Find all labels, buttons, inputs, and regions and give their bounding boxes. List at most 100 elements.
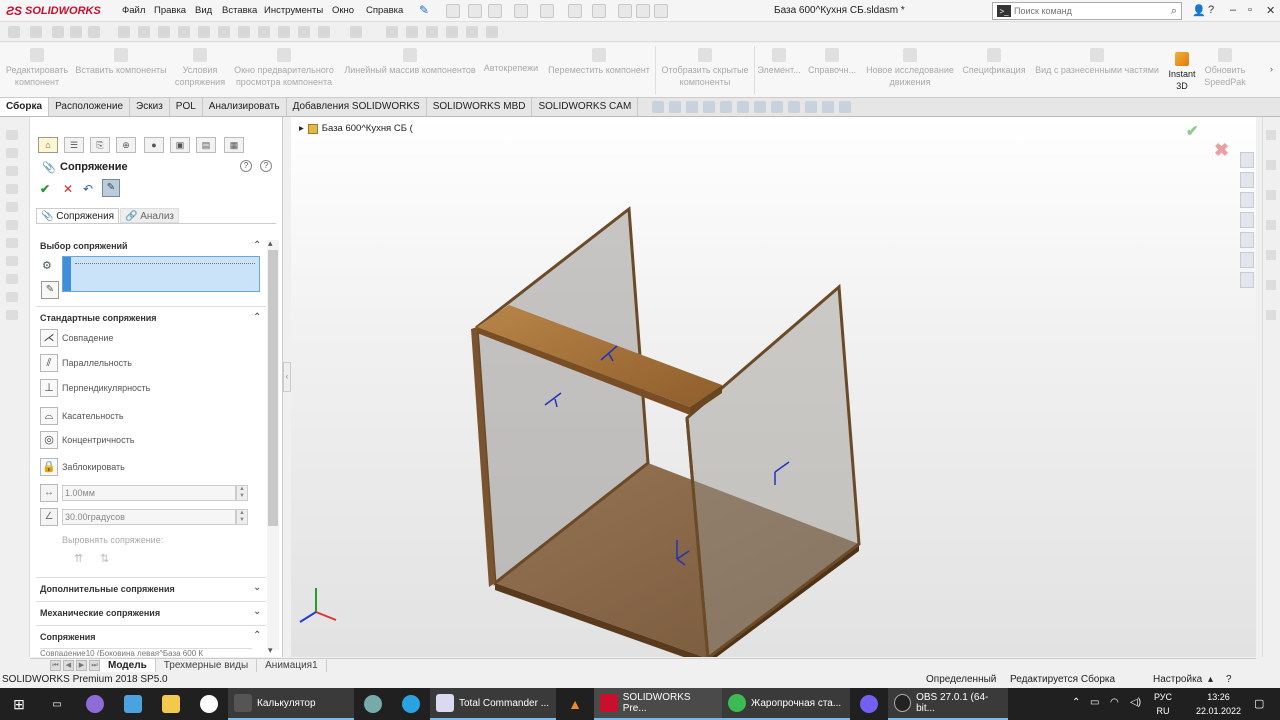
prev-tab-icon[interactable]: ◀ [63, 660, 74, 671]
reference-geometry-button[interactable]: Справочн... [804, 48, 860, 76]
menu-view[interactable]: Вид [195, 5, 212, 16]
help-icon[interactable]: ? [1208, 4, 1214, 16]
tab-animation[interactable]: Анимация1 [257, 659, 327, 672]
hide-show-icon[interactable] [771, 101, 783, 113]
taskbar-chrome[interactable]: Жаропрочная ста... [722, 688, 850, 720]
multi-mate-icon[interactable]: ✎ [41, 281, 59, 299]
mate-lock[interactable]: 🔒 Заблокировать [40, 457, 125, 477]
tab-layout[interactable]: Расположение [49, 98, 131, 116]
toolbar-icon[interactable] [198, 26, 210, 38]
strip-icon[interactable] [6, 202, 18, 212]
strip-icon[interactable] [6, 220, 18, 230]
strip-icon[interactable] [1266, 280, 1276, 290]
toolbar-icon[interactable] [350, 26, 362, 38]
toolbar-icon[interactable] [138, 26, 150, 38]
home-icon[interactable] [446, 4, 460, 18]
instant3d-button[interactable]: Instant 3D [1166, 52, 1198, 92]
right-side-panel[interactable] [685, 283, 861, 657]
taskbar-calculator[interactable]: Калькулятор [228, 688, 354, 720]
system-clock[interactable]: 13:26 22.01.2022 [1196, 690, 1241, 718]
strip-icon[interactable] [1266, 190, 1276, 200]
help-icon[interactable]: ? [240, 160, 252, 172]
toolbar-icon[interactable] [486, 26, 498, 38]
resources-icon[interactable] [1240, 172, 1254, 188]
strip-icon[interactable] [1266, 160, 1276, 170]
chevron-down-icon[interactable]: ⌄ [253, 606, 261, 617]
tab-analyze[interactable]: Анализировать [203, 98, 287, 116]
vlc-button[interactable]: ▲ [556, 688, 594, 720]
strip-icon[interactable] [6, 148, 18, 158]
component-preview-button[interactable]: Окно предварительного просмотра компонен… [230, 48, 338, 88]
sum-icon[interactable] [258, 26, 270, 38]
next-tab-icon[interactable]: ▶ [76, 660, 87, 671]
start-button[interactable]: ⊞ [0, 688, 38, 720]
standard-mates-header[interactable]: Стандартные сопряжения [40, 313, 157, 323]
close-icon[interactable]: ✕ [1266, 4, 1275, 17]
distance-icon[interactable]: ↔ [40, 484, 58, 502]
stop-icon[interactable] [30, 26, 42, 38]
last-tab-icon[interactable]: ⏭ [89, 660, 100, 671]
chevron-up-icon[interactable]: ⌃ [253, 240, 261, 251]
command-search[interactable]: >_ ⌕ [992, 2, 1182, 20]
linear-pattern-button[interactable]: Линейный массив компонентов [340, 48, 480, 76]
tab-analysis[interactable]: 🔗 Анализ [120, 208, 179, 223]
help-question-icon[interactable]: ? [260, 160, 272, 172]
open-icon[interactable] [488, 4, 502, 18]
tab-cam[interactable]: SOLIDWORKS CAM [532, 98, 639, 116]
toolbar-icon[interactable] [318, 26, 330, 38]
toolbar-icon[interactable] [158, 26, 170, 38]
print-icon[interactable] [540, 4, 554, 18]
solidworks-logo[interactable]: ƧS SOLIDWORKS [6, 3, 101, 19]
chevron-up-icon[interactable]: ⌃ [253, 630, 261, 641]
file-explorer-icon[interactable] [1240, 192, 1254, 208]
toolbar-icon[interactable] [466, 26, 478, 38]
tab-sketch[interactable]: Эскиз [130, 98, 170, 116]
mate-tangent[interactable]: ⌓ Касательность [40, 406, 124, 426]
design-library-icon[interactable] [1240, 212, 1254, 228]
new-doc-icon[interactable] [468, 4, 482, 18]
toolbar-icon[interactable] [218, 26, 230, 38]
undo-button[interactable]: ↶ [83, 182, 93, 196]
toolbar-icon[interactable] [406, 26, 418, 38]
restore-icon[interactable]: ▫ [1248, 4, 1252, 16]
battery-icon[interactable]: ▭ [1090, 697, 1099, 708]
extra-tab-icon[interactable]: ▤ [196, 137, 216, 153]
apply-scene-icon[interactable] [805, 101, 817, 113]
distance-spinner[interactable]: ▲ ▼ [236, 485, 248, 501]
exploded-view-button[interactable]: Вид с разнесенными частями [1032, 48, 1162, 76]
edit-appearance-icon[interactable] [788, 101, 800, 113]
chevron-down-icon[interactable]: ⌄ [253, 582, 261, 593]
smart-fasteners-button[interactable]: Автокрепежи [480, 62, 542, 74]
dimxpert-tab-icon[interactable]: ⊕ [116, 137, 136, 153]
strip-icon[interactable] [1266, 310, 1276, 320]
strip-icon[interactable] [6, 256, 18, 266]
selection-section-header[interactable]: Выбор сопряжений [40, 241, 128, 251]
strip-icon[interactable] [1266, 130, 1276, 140]
strip-icon[interactable] [1266, 250, 1276, 260]
angle-spinner[interactable]: ▲ ▼ [236, 509, 248, 525]
cancel-button[interactable]: ✕ [63, 182, 73, 196]
expand-arrow-icon[interactable]: ▸ [299, 123, 304, 134]
network-icon[interactable]: ◠ [1110, 697, 1119, 708]
anti-aligned-icon[interactable]: ⇅ [100, 552, 109, 565]
assembly-features-button[interactable]: Элемент... [756, 48, 802, 76]
edit-component-button[interactable]: Редактировать компонент [4, 48, 70, 88]
strip-icon[interactable] [6, 310, 18, 320]
input-language[interactable]: РУС RU [1154, 690, 1172, 718]
scroll-down-icon[interactable]: ▾ [268, 645, 273, 656]
tab-pol[interactable]: POL [170, 98, 203, 116]
save-icon[interactable] [514, 4, 528, 18]
show-hidden-components-button[interactable]: Отобразить скрытые компоненты [656, 48, 754, 88]
extra-tab-icon[interactable]: ▦ [224, 137, 244, 153]
bill-of-materials-button[interactable]: Спецификация [960, 48, 1028, 76]
toolbar-icon[interactable] [386, 26, 398, 38]
mate-selections-box[interactable] [62, 256, 260, 292]
chevron-up-icon[interactable]: ⌃ [253, 312, 261, 323]
strip-icon[interactable] [6, 130, 18, 140]
confirm-corner-cancel-icon[interactable]: ✖ [1214, 140, 1229, 161]
file-props-icon[interactable] [636, 4, 650, 18]
options-icon[interactable] [654, 4, 668, 18]
feature-tree-tab-icon[interactable]: ⌂ [38, 137, 58, 153]
tab-mates[interactable]: 📎 Сопряжения [36, 208, 120, 223]
feature-tree-root[interactable]: ▸ База 600^Кухня СБ ( [299, 123, 413, 134]
